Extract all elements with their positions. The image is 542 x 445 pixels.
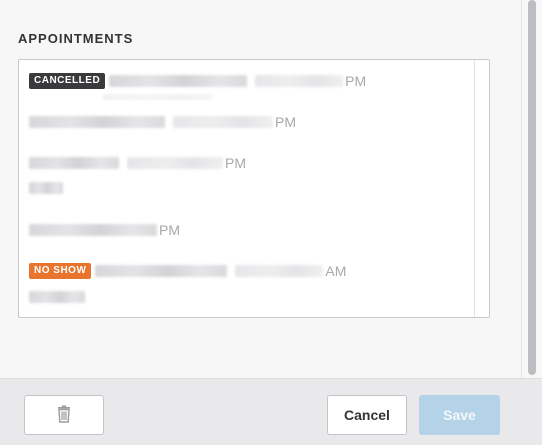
appointment-subtext [29, 287, 467, 307]
appointment-time-suffix: AM [325, 263, 347, 279]
status-badge-no-show: NO SHOW [29, 263, 92, 279]
redacted-text [95, 265, 228, 277]
appointment-item[interactable]: PM [29, 153, 467, 173]
redacted-text [173, 116, 273, 128]
redacted-text [29, 182, 63, 194]
redacted-text [29, 116, 165, 128]
appointment-item[interactable]: NO SHOW AM [29, 261, 467, 281]
dialog-footer: Cancel Save [0, 378, 542, 445]
redacted-text [109, 75, 248, 87]
redacted-text [103, 94, 213, 100]
list-scrollbar-track[interactable] [474, 60, 489, 317]
redacted-text [255, 75, 344, 87]
trash-icon [56, 405, 72, 426]
section-title: APPOINTMENTS [18, 31, 134, 46]
status-badge-cancelled: CANCELLED [29, 73, 106, 89]
appointment-item[interactable]: PM [29, 220, 467, 240]
appointments-panel: APPOINTMENTS CANCELLED PM PM PM PM NO SH… [0, 0, 542, 445]
appointment-subtext [29, 93, 467, 101]
appointments-list[interactable]: CANCELLED PM PM PM PM NO SHOW AM [18, 59, 490, 318]
cancel-button[interactable]: Cancel [327, 395, 407, 435]
appointment-time-suffix: PM [275, 114, 296, 130]
redacted-text [127, 157, 223, 169]
appointment-item[interactable]: CANCELLED PM [29, 71, 467, 91]
appointment-time-suffix: PM [159, 222, 180, 238]
delete-button[interactable] [24, 395, 104, 435]
panel-scrollbar-thumb[interactable] [528, 0, 536, 375]
appointment-item[interactable]: PM [29, 112, 467, 132]
appointment-time-suffix: PM [345, 73, 367, 89]
appointment-time-suffix: PM [225, 155, 246, 171]
redacted-text [29, 224, 157, 236]
panel-scrollbar-track[interactable] [521, 0, 542, 378]
redacted-text [29, 291, 85, 303]
save-button[interactable]: Save [419, 395, 500, 435]
appointment-subtext [29, 178, 467, 198]
redacted-text [29, 157, 119, 169]
redacted-text [235, 265, 324, 277]
